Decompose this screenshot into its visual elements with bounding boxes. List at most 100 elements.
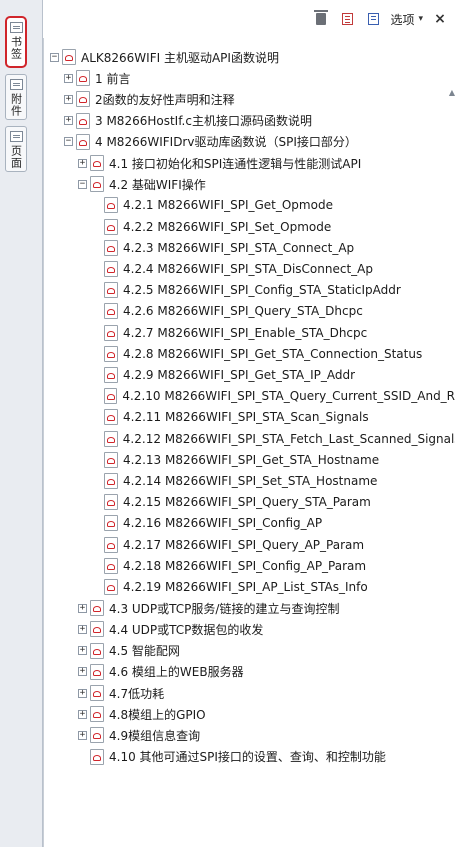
bookmark-row[interactable]: − ALK8266WIFI 主机驱动API函数说明 bbox=[50, 46, 455, 68]
bookmark-label: 4.2.5 M8266WIFI_SPI_Config_STA_StaticIpA… bbox=[123, 283, 401, 298]
bookmark-label: 4.2.6 M8266WIFI_SPI_Query_STA_Dhcpc bbox=[123, 304, 363, 319]
bookmark-icon bbox=[104, 473, 118, 489]
options-dropdown[interactable]: 选项 ▾ bbox=[390, 9, 423, 29]
close-panel-button[interactable]: × bbox=[431, 9, 449, 29]
expand-icon[interactable]: + bbox=[78, 730, 87, 740]
expand-icon[interactable]: + bbox=[78, 603, 87, 613]
new-bookmark-button[interactable] bbox=[338, 9, 356, 29]
bookmark-label: 4.2.15 M8266WIFI_SPI_Query_STA_Param bbox=[123, 495, 371, 510]
bookmark-tag-icon bbox=[367, 13, 379, 25]
bookmark-icon bbox=[104, 197, 118, 214]
bookmark-icon bbox=[104, 451, 118, 468]
tab-pages[interactable]: 页面 bbox=[5, 126, 27, 172]
bookmark-label: 4.2.3 M8266WIFI_SPI_STA_Connect_Ap bbox=[123, 240, 355, 255]
bookmark-row[interactable]: +4.3 UDP或TCP服务/链接的建立与查询控制 bbox=[78, 597, 455, 619]
bookmark-icon bbox=[104, 239, 118, 256]
bookmark-icon bbox=[90, 600, 104, 617]
bookmark-row[interactable]: 4.2.10 M8266WIFI_SPI_STA_Query_Current_S… bbox=[104, 385, 455, 407]
bookmark-icon bbox=[62, 49, 76, 65]
bookmark-row[interactable]: +4.8模组上的GPIO bbox=[78, 703, 455, 725]
attachment-panel-icon bbox=[9, 79, 23, 90]
bookmark-label: 4.2.19 M8266WIFI_SPI_AP_List_STAs_Info bbox=[123, 580, 368, 594]
bookmark-icon bbox=[104, 388, 118, 405]
collapse-icon[interactable]: − bbox=[64, 137, 73, 147]
tab-pages-label: 页面 bbox=[9, 145, 23, 169]
expand-icon[interactable]: + bbox=[64, 73, 73, 83]
bookmark-row[interactable]: +4.7低功耗 bbox=[78, 682, 455, 704]
collapse-icon[interactable]: − bbox=[78, 179, 87, 189]
bookmark-icon bbox=[90, 706, 104, 723]
bookmark-icon bbox=[104, 324, 118, 341]
bookmark-row[interactable]: 4.2.17 M8266WIFI_SPI_Query_AP_Param bbox=[104, 534, 455, 556]
bookmark-row[interactable]: 4.2.9 M8266WIFI_SPI_Get_STA_IP_Addr bbox=[104, 364, 455, 386]
bookmark-icon bbox=[104, 282, 118, 299]
bookmark-label: 4.2.10 M8266WIFI_SPI_STA_Query_Current_S… bbox=[122, 389, 455, 404]
bookmark-label: 4.2.4 M8266WIFI_SPI_STA_DisConnect_Ap bbox=[123, 262, 373, 276]
delete-bookmark-button[interactable] bbox=[312, 9, 330, 29]
bookmark-row[interactable]: +3 M8266HostIf.c主机接口源码函数说明 bbox=[64, 110, 455, 132]
bookmark-label: ALK8266WIFI 主机驱动API函数说明 bbox=[81, 50, 279, 65]
bookmark-label: 4.9模组信息查询 bbox=[109, 728, 201, 743]
pages-panel-icon bbox=[9, 131, 23, 142]
bookmark-tree: ▲ − ALK8266WIFI 主机驱动API函数说明 +1 前言 +2函数的友好性声… bbox=[43, 38, 455, 847]
bookmark-label: 4.2.2 M8266WIFI_SPI_Set_Opmode bbox=[123, 219, 332, 234]
bookmark-label: 4.7低功耗 bbox=[109, 686, 165, 701]
bookmark-icon bbox=[90, 685, 104, 701]
bookmark-row[interactable]: 4.2.18 M8266WIFI_SPI_Config_AP_Param bbox=[104, 555, 455, 577]
bookmark-row[interactable]: 4.2.19 M8266WIFI_SPI_AP_List_STAs_Info bbox=[104, 576, 455, 598]
tab-bookmarks[interactable]: 书签 bbox=[5, 16, 27, 68]
tab-attachments-label: 附件 bbox=[9, 93, 23, 117]
bookmark-row[interactable]: 4.2.7 M8266WIFI_SPI_Enable_STA_Dhcpc bbox=[104, 322, 455, 344]
bookmark-row[interactable]: 4.10 其他可通过SPI接口的设置、查询、和控制功能 bbox=[90, 746, 455, 768]
bookmark-row[interactable]: 4.2.3 M8266WIFI_SPI_STA_Connect_Ap bbox=[104, 237, 455, 259]
bookmark-icon bbox=[104, 345, 118, 362]
bookmark-row[interactable]: +4.1 接口初始化和SPI连通性逻辑与性能测试API bbox=[78, 152, 455, 174]
bookmark-row[interactable]: +2函数的友好性声明和注释 bbox=[64, 88, 455, 110]
trash-icon bbox=[314, 10, 329, 25]
bookmark-row[interactable]: 4.2.11 M8266WIFI_SPI_STA_Scan_Signals bbox=[104, 406, 455, 428]
expand-icon[interactable]: + bbox=[78, 709, 87, 719]
bookmark-row[interactable]: 4.2.14 M8266WIFI_SPI_Set_STA_Hostname bbox=[104, 470, 455, 492]
bookmark-icon bbox=[104, 494, 118, 511]
bookmark-label: 4.2 基础WIFI操作 bbox=[109, 177, 206, 192]
bookmark-label: 4.6 模组上的WEB服务器 bbox=[109, 665, 244, 680]
expand-icon[interactable]: + bbox=[78, 158, 87, 168]
bookmark-icon bbox=[104, 303, 118, 320]
expand-icon[interactable]: + bbox=[78, 624, 87, 634]
bookmark-row[interactable]: +4.9模组信息查询 bbox=[78, 724, 455, 746]
bookmark-row[interactable]: 4.2.12 M8266WIFI_SPI_STA_Fetch_Last_Scan… bbox=[104, 428, 455, 450]
bookmark-row[interactable]: 4.2.5 M8266WIFI_SPI_Config_STA_StaticIpA… bbox=[104, 279, 455, 301]
bookmark-row[interactable]: 4.2.2 M8266WIFI_SPI_Set_Opmode bbox=[104, 216, 455, 238]
bookmark-label: 4.2.1 M8266WIFI_SPI_Get_Opmode bbox=[123, 198, 333, 213]
expand-icon[interactable]: + bbox=[78, 667, 87, 677]
bookmark-row[interactable]: 4.2.4 M8266WIFI_SPI_STA_DisConnect_Ap bbox=[104, 258, 455, 280]
bookmark-label: 4.2.14 M8266WIFI_SPI_Set_STA_Hostname bbox=[123, 474, 378, 488]
bookmark-row[interactable]: − 4 M8266WIFIDrv驱动库函数说（SPI接口部分） bbox=[64, 131, 455, 153]
collapse-icon[interactable]: − bbox=[50, 52, 59, 62]
bookmark-row[interactable]: 4.2.16 M8266WIFI_SPI_Config_AP bbox=[104, 512, 455, 534]
expand-icon[interactable]: + bbox=[64, 94, 73, 104]
bookmark-row[interactable]: − 4.2 基础WIFI操作 bbox=[78, 173, 455, 195]
bookmark-row[interactable]: 4.2.6 M8266WIFI_SPI_Query_STA_Dhcpc bbox=[104, 300, 455, 322]
expand-icon[interactable]: + bbox=[78, 646, 87, 656]
bookmark-row[interactable]: 4.2.15 M8266WIFI_SPI_Query_STA_Param bbox=[104, 491, 455, 513]
bookmark-label: 4.2.13 M8266WIFI_SPI_Get_STA_Hostname bbox=[123, 452, 380, 467]
bookmark-label: 4.4 UDP或TCP数据包的收发 bbox=[109, 622, 264, 637]
new-bookmark-icon bbox=[341, 13, 353, 25]
bookmark-label: 3 M8266HostIf.c主机接口源码函数说明 bbox=[95, 114, 312, 129]
bookmark-row[interactable]: 4.2.8 M8266WIFI_SPI_Get_STA_Connection_S… bbox=[104, 343, 455, 365]
bookmark-icon bbox=[76, 112, 90, 129]
bookmark-row[interactable]: 4.2.13 M8266WIFI_SPI_Get_STA_Hostname bbox=[104, 449, 455, 471]
bookmark-row[interactable]: +1 前言 bbox=[64, 67, 455, 89]
bookmark-label: 4.5 智能配网 bbox=[109, 644, 180, 659]
bookmark-row[interactable]: +4.6 模组上的WEB服务器 bbox=[78, 661, 455, 683]
bookmark-row[interactable]: 4.2.1 M8266WIFI_SPI_Get_Opmode bbox=[104, 194, 455, 216]
bookmark-properties-button[interactable] bbox=[364, 9, 382, 29]
bookmark-icon bbox=[104, 515, 118, 532]
expand-icon[interactable]: + bbox=[78, 688, 87, 698]
bookmark-row[interactable]: +4.4 UDP或TCP数据包的收发 bbox=[78, 618, 455, 640]
tab-attachments[interactable]: 附件 bbox=[5, 74, 27, 120]
bookmark-row[interactable]: +4.5 智能配网 bbox=[78, 640, 455, 662]
expand-icon[interactable]: + bbox=[64, 116, 73, 126]
bookmark-icon bbox=[104, 409, 118, 426]
